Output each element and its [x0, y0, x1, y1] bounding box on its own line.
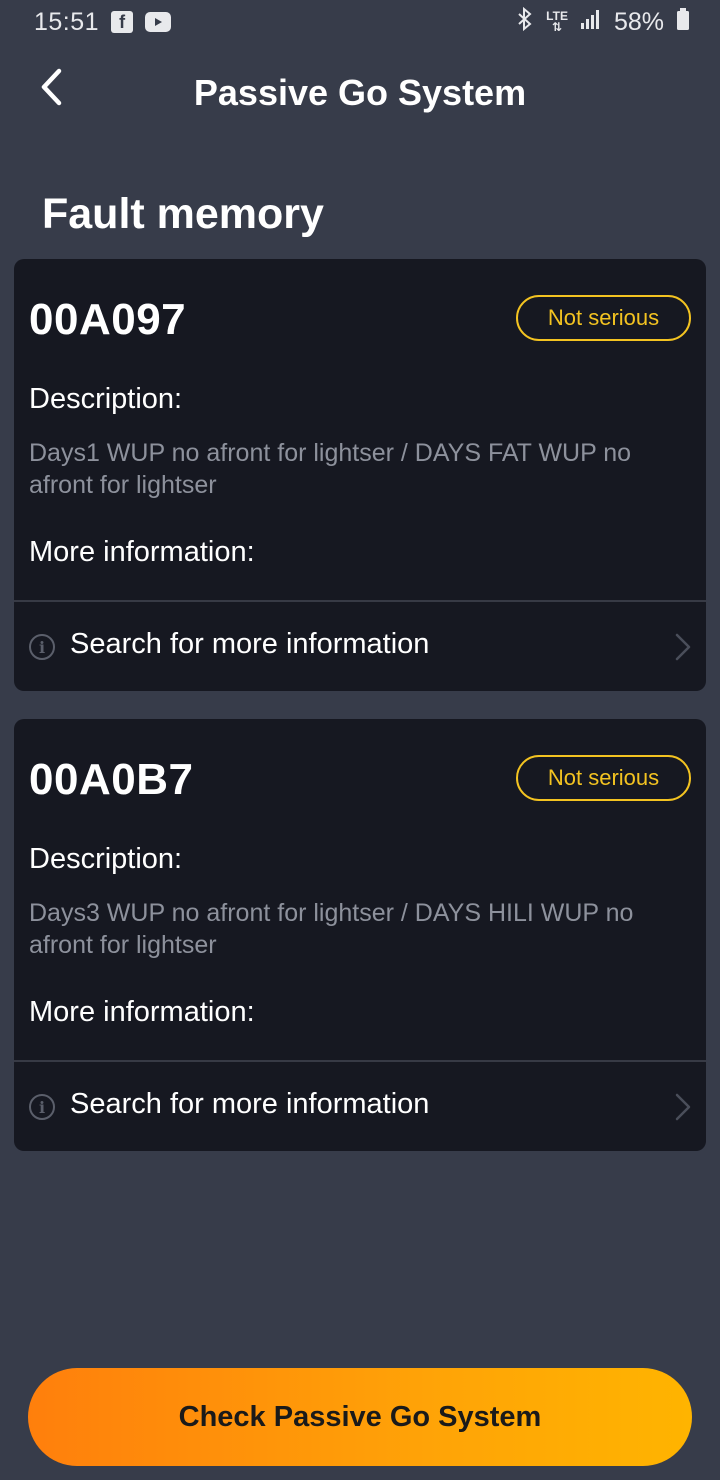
- search-more-info-label: Search for more information: [70, 628, 430, 660]
- bluetooth-icon: [516, 6, 534, 38]
- facebook-icon: f: [111, 11, 134, 33]
- chevron-right-icon: [675, 633, 691, 661]
- check-system-button[interactable]: Check Passive Go System: [28, 1368, 692, 1466]
- description-label: Description:: [29, 843, 183, 875]
- status-time: 15:51: [34, 7, 100, 36]
- fault-card: 00A0B7 Not serious Description: Days3 WU…: [14, 719, 706, 1151]
- fault-code: 00A0B7: [29, 755, 194, 804]
- battery-icon: [676, 7, 690, 37]
- fault-card: 00A097 Not serious Description: Days1 WU…: [14, 259, 706, 691]
- severity-badge: Not serious: [516, 295, 691, 341]
- more-information-label: More information:: [29, 536, 255, 568]
- search-more-info-button[interactable]: i Search for more information: [14, 1062, 706, 1151]
- info-icon: i: [29, 634, 55, 660]
- severity-badge: Not serious: [516, 755, 691, 801]
- search-more-info-button[interactable]: i Search for more information: [14, 602, 706, 691]
- chevron-right-icon: [675, 1093, 691, 1121]
- info-icon: i: [29, 1094, 55, 1120]
- description-text: Days3 WUP no afront for lightser / DAYS …: [29, 899, 634, 959]
- data-arrows-icon: ⇅: [552, 20, 563, 34]
- status-right: LTE ⇅ 58%: [516, 6, 690, 38]
- status-left: 15:51 f: [34, 7, 172, 37]
- screen: 15:51 f LTE ⇅ 58% Passive Go System Faul…: [0, 0, 720, 1480]
- header: Passive Go System: [0, 50, 720, 140]
- battery-percent: 58%: [613, 7, 664, 36]
- fault-code: 00A097: [29, 295, 187, 344]
- search-more-info-label: Search for more information: [70, 1088, 430, 1120]
- lte-indicator: LTE ⇅: [546, 10, 568, 34]
- more-information-label: More information:: [29, 996, 255, 1028]
- page-title: Passive Go System: [193, 72, 527, 113]
- signal-icon: [580, 8, 602, 36]
- description-label: Description:: [29, 383, 183, 415]
- section-title: Fault memory: [42, 190, 324, 238]
- youtube-icon: [145, 12, 172, 32]
- description-text: Days1 WUP no afront for lightser / DAYS …: [29, 439, 632, 499]
- status-bar: 15:51 f LTE ⇅ 58%: [0, 0, 720, 44]
